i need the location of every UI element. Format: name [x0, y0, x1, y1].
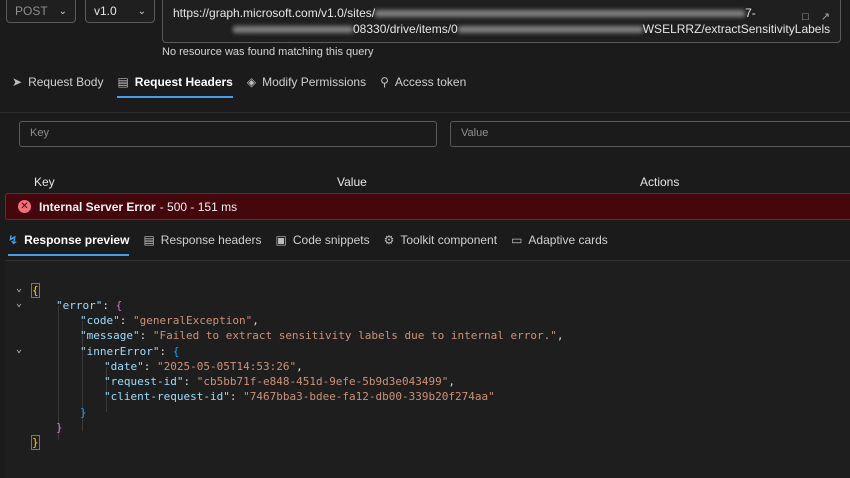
preview-icon: ↯ [8, 233, 19, 247]
chevron-down-icon[interactable]: ⌄ [16, 283, 22, 294]
method-dropdown[interactable]: POST ⌄ [6, 0, 76, 23]
tab-label: Modify Permissions [262, 75, 367, 89]
error-detail: - 500 - 151 ms [159, 199, 238, 214]
redacted-text [233, 26, 353, 34]
tab-modify-permissions[interactable]: ◈ Modify Permissions [247, 71, 366, 93]
chevron-down-icon: ⌄ [137, 5, 146, 17]
tab-response-headers[interactable]: ▤ Response headers [143, 229, 261, 251]
url-text-start: https://graph.microsoft.com/v1.0/sites/ [173, 6, 376, 20]
document-icon: ▤ [117, 75, 129, 89]
status-text: No resource was found matching this quer… [162, 46, 374, 58]
tab-request-headers[interactable]: ▤ Request Headers [117, 71, 234, 98]
version-dropdown[interactable]: v1.0 ⌄ [85, 0, 155, 23]
share-icon[interactable]: ↗ [821, 9, 830, 25]
redacted-text [375, 10, 746, 18]
json-line: "message": "Failed to extract sensitivit… [80, 329, 564, 342]
json-value-message: Failed to extract sensitivity labels due… [159, 329, 551, 342]
json-value-date: 2025-05-05T14:53:26 [163, 360, 290, 373]
request-tabs: ➤ Request Body ▤ Request Headers ◈ Modif… [12, 71, 466, 98]
error-icon: ✕ [18, 200, 31, 213]
tab-label: Request Body [28, 75, 104, 89]
tab-label: Response preview [24, 233, 130, 247]
json-line: "error": { [56, 299, 123, 312]
url-text-end: 7- [745, 6, 756, 20]
headers-icon: ▤ [143, 233, 155, 247]
json-line: { [31, 283, 40, 298]
value-input[interactable]: Value [450, 121, 850, 147]
tab-request-body[interactable]: ➤ Request Body [12, 71, 103, 93]
method-label: POST [15, 4, 48, 18]
json-value-request-id: cb5bb71f-e848-451d-9efe-5b9d3e043499 [203, 375, 442, 388]
json-line: "innerError": { [80, 345, 180, 358]
json-value-client-request-id: 7467bba3-bdee-fa12-db00-339b20f274aa [249, 390, 489, 403]
json-line: "client-request-id": "7467bba3-bdee-fa12… [104, 390, 495, 403]
json-value-code: generalException [139, 314, 246, 327]
json-line: } [56, 421, 63, 434]
tab-adaptive-cards[interactable]: ▭ Adaptive cards [511, 229, 608, 251]
key-icon: ⚲ [380, 75, 389, 89]
error-banner: ✕ Internal Server Error - 500 - 151 ms [5, 193, 850, 220]
code-icon: ▣ [275, 233, 287, 247]
card-icon: ▭ [511, 233, 523, 247]
toolkit-icon: ⚙ [383, 233, 395, 247]
json-line: "request-id": "cb5bb71f-e848-451d-9efe-5… [104, 375, 456, 388]
column-header-key: Key [34, 175, 55, 189]
tab-response-preview[interactable]: ↯ Response preview [8, 229, 130, 256]
tab-access-token[interactable]: ⚲ Access token [380, 71, 466, 93]
response-tabs: ↯ Response preview ▤ Response headers ▣ … [8, 229, 608, 256]
json-line: "code": "generalException", [80, 314, 259, 327]
chevron-down-icon[interactable]: ⌄ [16, 298, 22, 309]
chevron-down-icon[interactable]: ⌄ [16, 344, 22, 355]
tab-label: Response headers [160, 233, 262, 247]
chevron-down-icon: ⌄ [58, 5, 67, 17]
column-header-value: Value [337, 175, 367, 189]
tab-label: Code snippets [292, 233, 370, 247]
json-line: } [80, 406, 87, 419]
send-icon: ➤ [12, 75, 23, 89]
redacted-text [457, 26, 643, 34]
key-input[interactable]: Key [19, 121, 437, 147]
error-title: Internal Server Error [39, 199, 156, 214]
url-text-mid: 08330/drive/items/0 [353, 22, 458, 36]
shield-icon: ◈ [246, 75, 257, 89]
tab-label: Adaptive cards [528, 233, 608, 247]
tab-label: Request Headers [134, 75, 233, 89]
tab-label: Toolkit component [400, 233, 498, 247]
json-line: } [31, 435, 40, 450]
tab-toolkit-component[interactable]: ⚙ Toolkit component [384, 229, 498, 251]
json-viewer[interactable]: ⌄ ⌄ ⌄ { "error": { "code": "generalExcep… [5, 283, 850, 477]
column-header-actions: Actions [640, 175, 680, 189]
url-input[interactable]: https://graph.microsoft.com/v1.0/sites/7… [162, 0, 841, 43]
json-line: "date": "2025-05-05T14:53:26", [104, 360, 303, 373]
version-label: v1.0 [94, 4, 117, 18]
document-icon[interactable]: □ [802, 9, 809, 25]
tab-code-snippets[interactable]: ▣ Code snippets [276, 229, 370, 251]
tab-label: Access token [394, 75, 467, 89]
